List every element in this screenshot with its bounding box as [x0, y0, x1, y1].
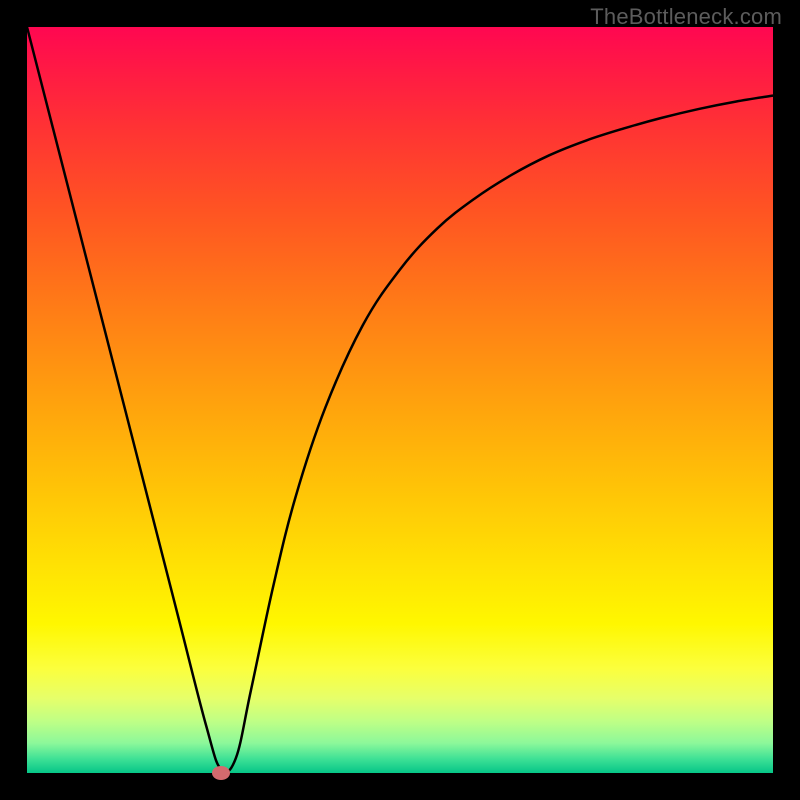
minimum-marker: [212, 766, 230, 780]
chart-container: TheBottleneck.com: [0, 0, 800, 800]
bottleneck-curve: [27, 27, 773, 773]
plot-area: [27, 27, 773, 773]
